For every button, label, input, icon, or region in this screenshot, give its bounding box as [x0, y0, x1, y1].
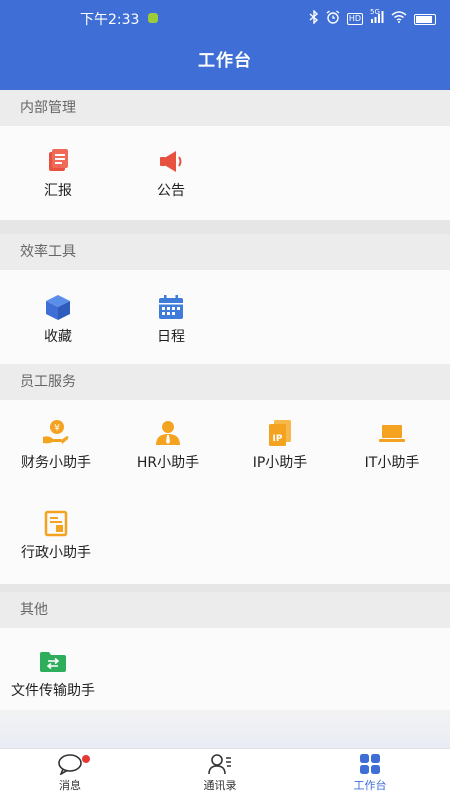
ip-icon: IP	[269, 420, 291, 446]
tile-finance-assistant[interactable]: ¥ 财务小助手	[0, 418, 112, 472]
status-time: 下午2:33	[80, 12, 140, 28]
tile-hr-assistant[interactable]: HR小助手	[112, 418, 224, 472]
battery-icon	[414, 13, 436, 25]
page-title: 工作台	[198, 51, 252, 71]
alarm-icon	[326, 10, 340, 28]
bottom-navigation: 消息 通讯录 工作台	[0, 748, 450, 800]
finance-icon: ¥	[43, 420, 69, 444]
hr-icon	[156, 421, 180, 445]
calendar-icon	[159, 295, 183, 319]
message-icon	[58, 754, 82, 775]
app-header: 下午2:33 HD 5G 工作台	[0, 0, 450, 90]
tile-favorites[interactable]: 收藏	[2, 292, 114, 346]
nav-label: 消息	[59, 779, 81, 792]
section-title: 其他	[0, 592, 450, 628]
tile-label: IP小助手	[252, 455, 308, 471]
section-title: 内部管理	[0, 90, 450, 126]
status-bar: 下午2:33 HD 5G	[0, 0, 450, 36]
nav-contacts[interactable]: 通讯录	[170, 753, 270, 793]
report-icon	[49, 149, 68, 171]
section-divider	[0, 220, 450, 234]
section-title: 员工服务	[0, 364, 450, 400]
wifi-icon	[391, 11, 407, 27]
tile-label: 文件传输助手	[11, 683, 95, 699]
notification-app-icon	[148, 13, 158, 23]
tile-label: 日程	[157, 329, 185, 345]
tile-label: 行政小助手	[21, 545, 91, 561]
signal-icon: 5G	[370, 8, 384, 27]
tile-label: IT小助手	[364, 455, 420, 471]
tile-label: HR小助手	[136, 455, 200, 471]
nav-label: 工作台	[353, 779, 387, 792]
section-internal-management: 内部管理 汇报 公告	[0, 90, 450, 220]
tile-ip-assistant[interactable]: IP IP小助手	[224, 418, 336, 472]
contacts-icon	[208, 754, 231, 775]
tile-label: 公告	[157, 183, 185, 199]
tile-label: 收藏	[44, 329, 72, 345]
section-title: 效率工具	[0, 234, 450, 270]
workbench-content[interactable]: 内部管理 汇报 公告 效率工具 收藏 日程 员工服务 ¥ 财务小助手 HR小助手…	[0, 90, 450, 748]
section-employee-services: 员工服务 ¥ 财务小助手 HR小助手 IP IP小助手 IT小助手 行政小助手	[0, 364, 450, 606]
status-icons: HD 5G	[309, 8, 436, 28]
nav-workbench[interactable]: 工作台	[320, 753, 420, 793]
laptop-icon	[379, 425, 405, 442]
tile-admin-assistant[interactable]: 行政小助手	[0, 508, 112, 562]
file-transfer-icon	[40, 652, 66, 672]
unread-badge	[82, 755, 90, 763]
svg-text:¥: ¥	[54, 424, 60, 434]
tile-report[interactable]: 汇报	[2, 146, 114, 200]
hd-badge: HD	[346, 13, 363, 25]
tile-file-transfer[interactable]: 文件传输助手	[0, 646, 109, 700]
admin-icon	[44, 510, 68, 537]
tile-calendar[interactable]: 日程	[115, 292, 227, 346]
favorites-icon	[46, 295, 70, 320]
svg-text:IP: IP	[273, 434, 283, 444]
tile-label: 汇报	[44, 183, 72, 199]
tile-it-assistant[interactable]: IT小助手	[336, 418, 448, 472]
section-efficiency-tools: 效率工具 收藏 日程	[0, 234, 450, 370]
tile-announcement[interactable]: 公告	[115, 146, 227, 200]
nav-label: 通讯录	[203, 779, 237, 792]
nav-messages[interactable]: 消息	[20, 753, 120, 793]
network-type: 5G	[370, 8, 380, 16]
workbench-icon	[360, 754, 380, 774]
tile-label: 财务小助手	[21, 455, 91, 471]
bluetooth-icon	[309, 9, 319, 28]
bottom-fade	[0, 710, 450, 748]
announcement-icon	[160, 151, 182, 172]
